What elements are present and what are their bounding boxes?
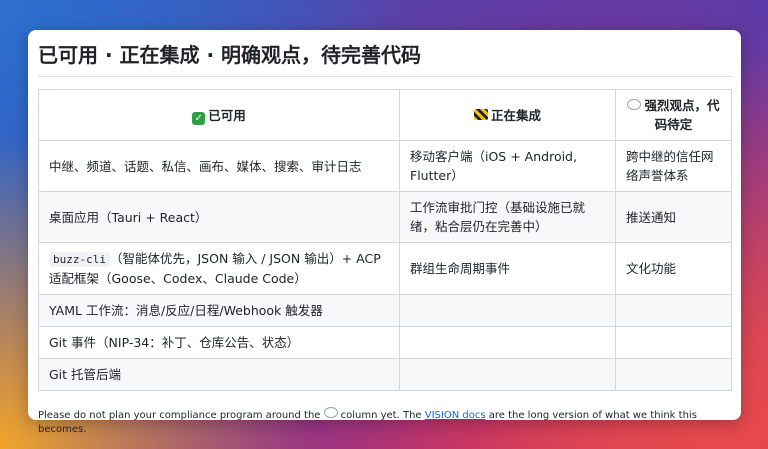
table-cell: 文化功能: [615, 242, 732, 295]
table-cell: 跨中继的信任网络声誉体系: [615, 140, 732, 192]
table-row: Git 托管后端: [38, 358, 732, 391]
thought-bubble-icon: [627, 99, 642, 110]
table-row: YAML 工作流：消息/反应/日程/Webhook 触发器: [38, 294, 732, 327]
vision-docs-link[interactable]: VISION docs: [425, 410, 486, 421]
table-cell: 工作流审批门控（基础设施已就绪，粘合层仍在完善中）: [399, 191, 616, 243]
table-cell: [399, 326, 616, 359]
construction-icon: [473, 108, 488, 120]
header-integrating: 正在集成: [399, 89, 616, 141]
check-mark-icon: ✓: [192, 111, 206, 125]
table-cell: buzz-cli （智能体优先，JSON 输入 / JSON 输出）+ ACP 适…: [38, 242, 400, 295]
table-cell: 桌面应用（Tauri + React）: [38, 191, 400, 243]
table-cell: [399, 294, 616, 327]
table-cell: 中继、频道、话题、私信、画布、媒体、搜索、审计日志: [38, 140, 400, 192]
table-cell: [615, 326, 732, 359]
readme-card: 已可用 · 正在集成 · 明确观点，待完善代码 ✓ 已可用 正在集成 强烈观点，代…: [28, 30, 741, 435]
footnote: Please do not plan your compliance progr…: [38, 407, 731, 437]
header-available: ✓ 已可用: [38, 89, 400, 141]
table-cell: 群组生命周期事件: [399, 242, 616, 295]
table-cell: [615, 358, 732, 391]
table-cell: [615, 294, 732, 327]
header-opinions: 强烈观点，代码待定: [615, 89, 732, 141]
table-header-row: ✓ 已可用 正在集成 强烈观点，代码待定: [38, 89, 732, 141]
table-row: Git 事件（NIP-34：补丁、仓库公告、状态）: [38, 326, 732, 359]
inline-code: buzz-cli: [49, 252, 110, 267]
table-row: 桌面应用（Tauri + React） 工作流审批门控（基础设施已就绪，粘合层仍…: [38, 191, 732, 243]
thought-bubble-icon: [323, 407, 338, 418]
status-table: ✓ 已可用 正在集成 强烈观点，代码待定 中继、频道、话题、私信、画布、媒体、搜索…: [38, 89, 732, 391]
table-cell: [399, 358, 616, 391]
table-cell: 推送通知: [615, 191, 732, 243]
table-cell: Git 事件（NIP-34：补丁、仓库公告、状态）: [38, 326, 400, 359]
table-row: buzz-cli （智能体优先，JSON 输入 / JSON 输出）+ ACP 适…: [38, 242, 732, 295]
page-title: 已可用 · 正在集成 · 明确观点，待完善代码: [38, 40, 731, 77]
table-row: 中继、频道、话题、私信、画布、媒体、搜索、审计日志 移动客户端（iOS + An…: [38, 140, 732, 192]
table-cell: YAML 工作流：消息/反应/日程/Webhook 触发器: [38, 294, 400, 327]
table-cell: Git 托管后端: [38, 358, 400, 391]
table-cell: 移动客户端（iOS + Android, Flutter）: [399, 140, 616, 192]
